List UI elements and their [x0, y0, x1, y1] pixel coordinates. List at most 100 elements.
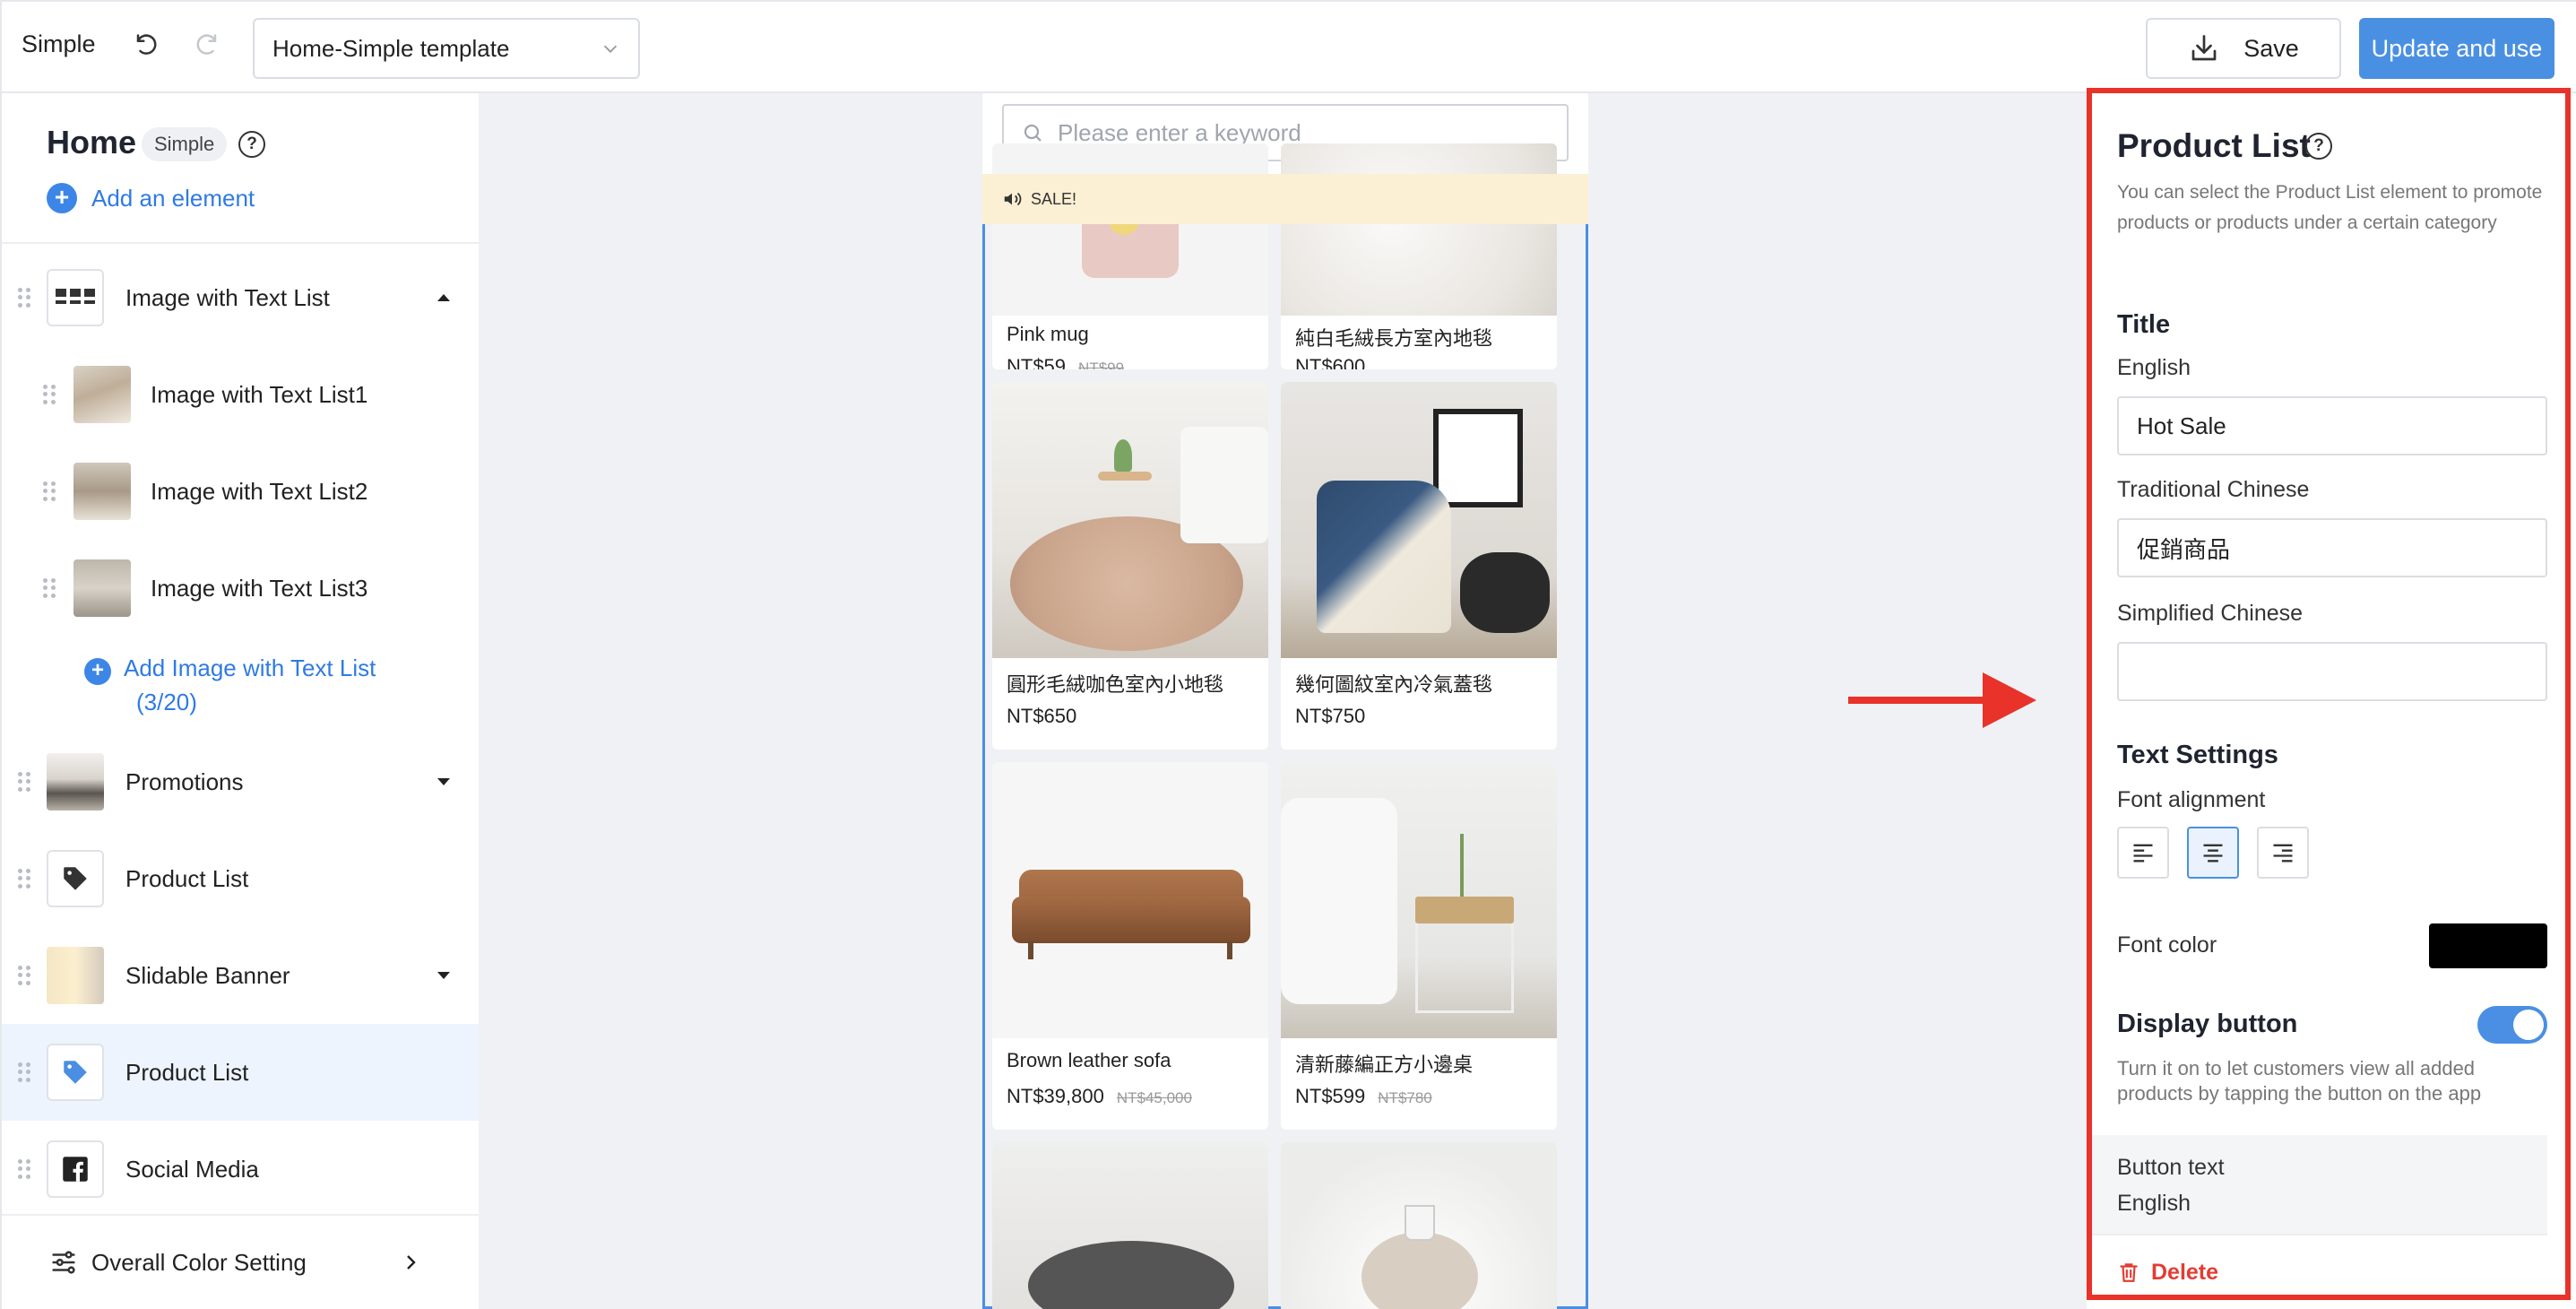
sidebar-subitem-1[interactable]: Image with Text List1	[2, 346, 479, 443]
button-text-section: Button text English	[2090, 1135, 2547, 1234]
drag-handle-icon[interactable]	[18, 869, 30, 889]
price-current: NT$59	[1007, 355, 1067, 369]
sidebar-item-label: Image with Text List3	[151, 574, 368, 602]
align-center-icon	[2203, 844, 2223, 863]
drag-handle-icon[interactable]	[18, 1159, 30, 1179]
delete-label: Delete	[2151, 1259, 2219, 1285]
sidebar-item-slidable-banner[interactable]: Slidable Banner	[2, 927, 479, 1024]
product-image	[1281, 1142, 1557, 1309]
update-and-use-button[interactable]: Update and use	[2359, 18, 2554, 79]
align-left-button[interactable]	[2117, 827, 2169, 879]
product-card[interactable]	[1281, 1142, 1557, 1309]
font-color-swatch[interactable]	[2429, 923, 2547, 968]
display-button-heading: Display button	[2117, 1010, 2298, 1038]
template-select[interactable]: Home-Simple template	[253, 18, 640, 79]
add-sub-count: (3/20)	[136, 689, 197, 715]
settings-panel: Product List ? You can select the Produc…	[2090, 93, 2547, 1309]
align-left-icon	[2133, 844, 2153, 863]
thumbnail-image	[73, 463, 131, 520]
product-price: NT$600	[1295, 355, 1365, 369]
thumbnail-image	[73, 366, 131, 423]
save-label: Save	[2243, 34, 2299, 62]
sidebar-item-label: Image with Text List2	[151, 477, 368, 505]
product-image	[992, 762, 1268, 1038]
sidebar-item-label: Image with Text List	[125, 283, 330, 311]
help-icon[interactable]: ?	[2305, 133, 2332, 160]
search-placeholder: Please enter a keyword	[1058, 118, 1301, 146]
product-name: Brown leather sofa	[1007, 1049, 1171, 1071]
sliders-icon	[52, 1251, 75, 1274]
display-button-description: Turn it on to let customers view all add…	[2117, 1057, 2482, 1105]
product-price: NT$59 NT$99	[1007, 355, 1124, 369]
align-center-button[interactable]	[2187, 827, 2239, 879]
price-current: NT$39,800	[1007, 1085, 1104, 1107]
price-current: NT$599	[1295, 1085, 1366, 1107]
plus-icon: +	[47, 183, 77, 213]
sidebar-item-label: Product List	[125, 864, 249, 892]
save-button[interactable]: Save	[2146, 18, 2341, 79]
phone-preview: Please enter a keyword SALE! Pink mug NT…	[982, 93, 1588, 1309]
product-image	[992, 143, 1268, 316]
sidebar-item-product-list-active[interactable]: Product List	[2, 1024, 479, 1121]
sidebar-item-social-media[interactable]: Social Media	[2, 1121, 479, 1218]
tag-icon	[47, 850, 104, 907]
drag-handle-icon[interactable]	[43, 578, 56, 598]
drag-handle-icon[interactable]	[18, 288, 30, 308]
facebook-icon	[47, 1140, 104, 1198]
product-card[interactable]: 圓形毛絨咖色室內小地毯 NT$650	[992, 382, 1268, 750]
top-bar: Simple Home-Simple template Save Update …	[0, 0, 2576, 93]
button-text-english-label: English	[2117, 1191, 2191, 1216]
align-right-icon	[2273, 844, 2293, 863]
sidebar-item-image-with-text-list[interactable]: Image with Text List	[2, 249, 479, 346]
drag-handle-icon[interactable]	[43, 481, 56, 501]
caret-down-icon[interactable]	[437, 778, 450, 785]
chevron-right-icon	[407, 1255, 416, 1270]
drag-handle-icon[interactable]	[43, 385, 56, 404]
price-current: NT$750	[1295, 705, 1366, 727]
template-select-value: Home-Simple template	[272, 34, 510, 62]
price-original: NT$45,000	[1116, 1089, 1192, 1106]
title-traditional-chinese-input[interactable]: 促銷商品	[2117, 518, 2547, 577]
plus-icon: +	[84, 658, 111, 685]
drag-handle-icon[interactable]	[18, 966, 30, 985]
search-icon	[1024, 124, 1042, 142]
page-title: Home	[47, 124, 137, 160]
caret-up-icon[interactable]	[437, 294, 450, 301]
display-button-toggle[interactable]	[2477, 1006, 2547, 1044]
product-list-preview[interactable]: Pink mug NT$59 NT$99 純白毛絨長方室內地毯 NT$600 圓形…	[982, 143, 1588, 1309]
button-text-label: Button text	[2117, 1155, 2225, 1180]
sidebar-subitem-2[interactable]: Image with Text List2	[2, 443, 479, 540]
speaker-icon	[1004, 192, 1022, 206]
price-original: NT$99	[1078, 360, 1125, 369]
announcement-bar: SALE!	[982, 174, 1588, 224]
sidebar-subitem-3[interactable]: Image with Text List3	[2, 540, 479, 637]
help-icon[interactable]: ?	[238, 131, 265, 158]
sidebar-item-label: Image with Text List1	[151, 380, 368, 408]
panel-description: You can select the Product List element …	[2117, 182, 2543, 233]
product-card[interactable]: Brown leather sofa NT$39,800 NT$45,000	[992, 762, 1268, 1130]
delete-button[interactable]: Delete	[2090, 1234, 2547, 1309]
undo-icon[interactable]	[129, 29, 165, 65]
price-current: NT$650	[1007, 705, 1077, 727]
chevron-down-icon	[603, 45, 618, 53]
tag-icon	[47, 1044, 104, 1101]
overall-color-setting[interactable]: Overall Color Setting	[2, 1214, 479, 1309]
caret-down-icon[interactable]	[437, 972, 450, 979]
drag-handle-icon[interactable]	[18, 772, 30, 792]
sidebar-item-promotions[interactable]: Promotions	[2, 733, 479, 830]
product-card[interactable]: 清新藤編正方小邊桌 NT$599 NT$780	[1281, 762, 1557, 1130]
add-element-button[interactable]: + Add an element	[47, 183, 255, 213]
sidebar-item-product-list[interactable]: Product List	[2, 830, 479, 927]
title-english-input[interactable]: Hot Sale	[2117, 396, 2547, 455]
product-card[interactable]	[992, 1142, 1268, 1309]
align-right-button[interactable]	[2257, 827, 2309, 879]
product-name: 幾何圖紋室內冷氣蓋毯	[1295, 673, 1493, 696]
product-card[interactable]: 幾何圖紋室內冷氣蓋毯 NT$750	[1281, 382, 1557, 750]
product-image	[1281, 143, 1557, 316]
redo-icon[interactable]	[188, 29, 224, 65]
add-image-with-text-list-button[interactable]: + Add Image with Text List (3/20)	[84, 651, 376, 719]
product-image	[1281, 382, 1557, 658]
english-label: English	[2117, 355, 2191, 380]
drag-handle-icon[interactable]	[18, 1062, 30, 1082]
title-simplified-chinese-input[interactable]	[2117, 642, 2547, 701]
